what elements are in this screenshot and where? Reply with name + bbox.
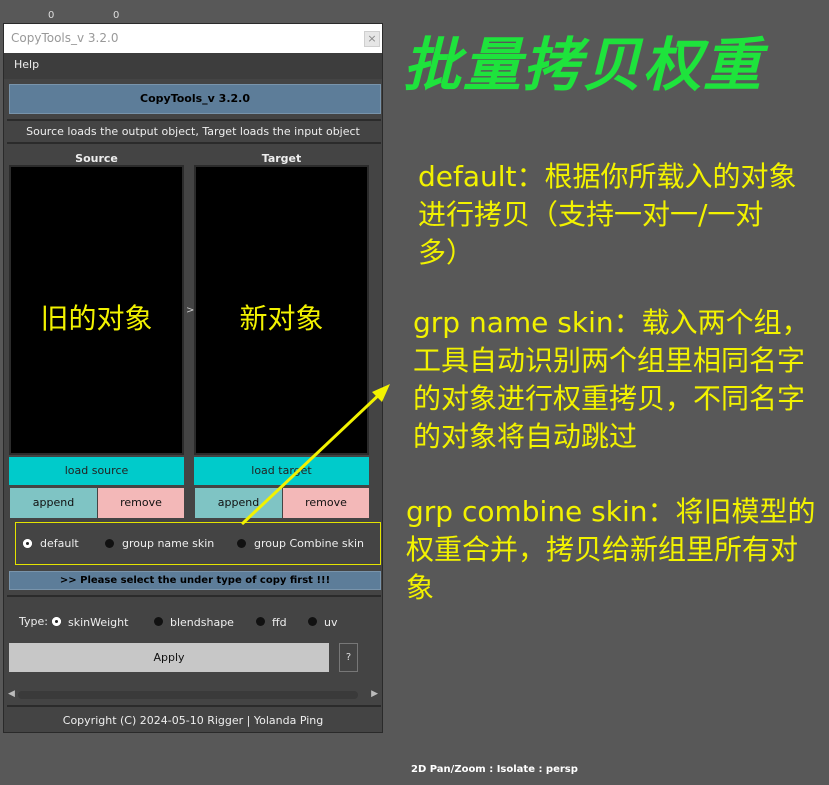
note-line: 进行拷贝（支持一对一/一对: [418, 198, 764, 231]
type-ffd-label: ffd: [272, 616, 287, 629]
viewport-status: 2D Pan/Zoom : Isolate : persp: [411, 764, 578, 775]
type-skinweight-radio[interactable]: [52, 617, 61, 626]
target-label: Target: [261, 152, 302, 165]
mode-group-combine-label: group Combine skin: [254, 537, 364, 550]
mode-default-radio[interactable]: [23, 539, 32, 548]
source-remove-button[interactable]: remove: [98, 488, 184, 518]
counter-right: 0: [113, 10, 120, 21]
divider: [7, 595, 381, 597]
note-line: 的对象将自动跳过: [413, 420, 638, 453]
menu-bar: Help: [4, 53, 382, 79]
help-button[interactable]: ?: [339, 643, 358, 672]
copyright-footer: Copyright (C) 2024-05-10 Rigger | Yoland…: [62, 714, 324, 727]
note-line: 的对象进行权重拷贝，不同名字: [413, 382, 806, 415]
type-uv-radio[interactable]: [308, 617, 317, 626]
target-list[interactable]: 新对象: [194, 165, 369, 455]
scroll-left-icon[interactable]: ◀: [8, 689, 15, 699]
apply-button[interactable]: Apply: [9, 643, 329, 672]
source-append-button[interactable]: append: [10, 488, 97, 518]
note-line: 工具自动识别两个组里相同名字: [413, 344, 806, 377]
window-title: CopyTools_v 3.2.0: [11, 31, 119, 45]
overlay-title: 批量拷贝权重: [403, 31, 764, 99]
source-list[interactable]: 旧的对象: [9, 165, 184, 455]
scroll-track[interactable]: [18, 691, 358, 699]
menu-help[interactable]: Help: [14, 58, 39, 71]
target-list-text: 新对象: [239, 302, 324, 335]
note-grp-name-skin: grp name skin：载入两个组， 工具自动识别两个组里相同名字 的对象进…: [413, 304, 810, 456]
mode-group-combine-radio[interactable]: [237, 539, 246, 548]
type-uv-label: uv: [324, 616, 338, 629]
note-line: grp name skin：载入两个组，: [413, 306, 810, 339]
type-label: Type:: [19, 615, 48, 628]
note-line: 象: [406, 571, 435, 604]
copy-mode-group: default group name skin group Combine sk…: [15, 522, 381, 565]
note-line: 多）: [418, 236, 475, 269]
divider: [7, 119, 381, 121]
horizontal-scrollbar[interactable]: ◀ ▶: [6, 689, 380, 701]
divider: [7, 142, 381, 144]
note-line: grp combine skin：将旧模型的: [406, 495, 816, 528]
copytools-window: CopyTools_v 3.2.0 × Help CopyTools_v 3.2…: [3, 23, 383, 733]
title-bar: CopyTools_v 3.2.0 ×: [4, 24, 382, 53]
load-source-button[interactable]: load source: [9, 457, 184, 485]
mode-group-name-label: group name skin: [122, 537, 215, 550]
note-grp-combine-skin: grp combine skin：将旧模型的 权重合并，拷贝给新组里所有对 象: [406, 493, 816, 607]
scroll-right-icon[interactable]: ▶: [371, 689, 378, 699]
instruction-text: Source loads the output object, Target l…: [26, 125, 360, 138]
load-target-button[interactable]: load target: [194, 457, 369, 485]
note-line: default：根据你所载入的对象: [418, 160, 797, 193]
type-blendshape-radio[interactable]: [154, 617, 163, 626]
warning-bar: >> Please select the under type of copy …: [9, 571, 381, 590]
note-line: 权重合并，拷贝给新组里所有对: [406, 533, 799, 566]
tool-banner: CopyTools_v 3.2.0: [9, 84, 381, 114]
type-skinweight-label: skinWeight: [68, 616, 129, 629]
target-remove-button[interactable]: remove: [283, 488, 369, 518]
source-list-text: 旧的对象: [40, 302, 153, 335]
mode-group-name-radio[interactable]: [105, 539, 114, 548]
target-append-button[interactable]: append: [195, 488, 282, 518]
mode-default-label: default: [40, 537, 79, 550]
type-ffd-radio[interactable]: [256, 617, 265, 626]
close-button[interactable]: ×: [364, 31, 380, 47]
note-default: default：根据你所载入的对象 进行拷贝（支持一对一/一对 多）: [418, 158, 797, 272]
counter-left: 0: [48, 10, 55, 21]
type-blendshape-label: blendshape: [170, 616, 234, 629]
divider: [7, 705, 381, 707]
source-label: Source: [75, 152, 118, 165]
